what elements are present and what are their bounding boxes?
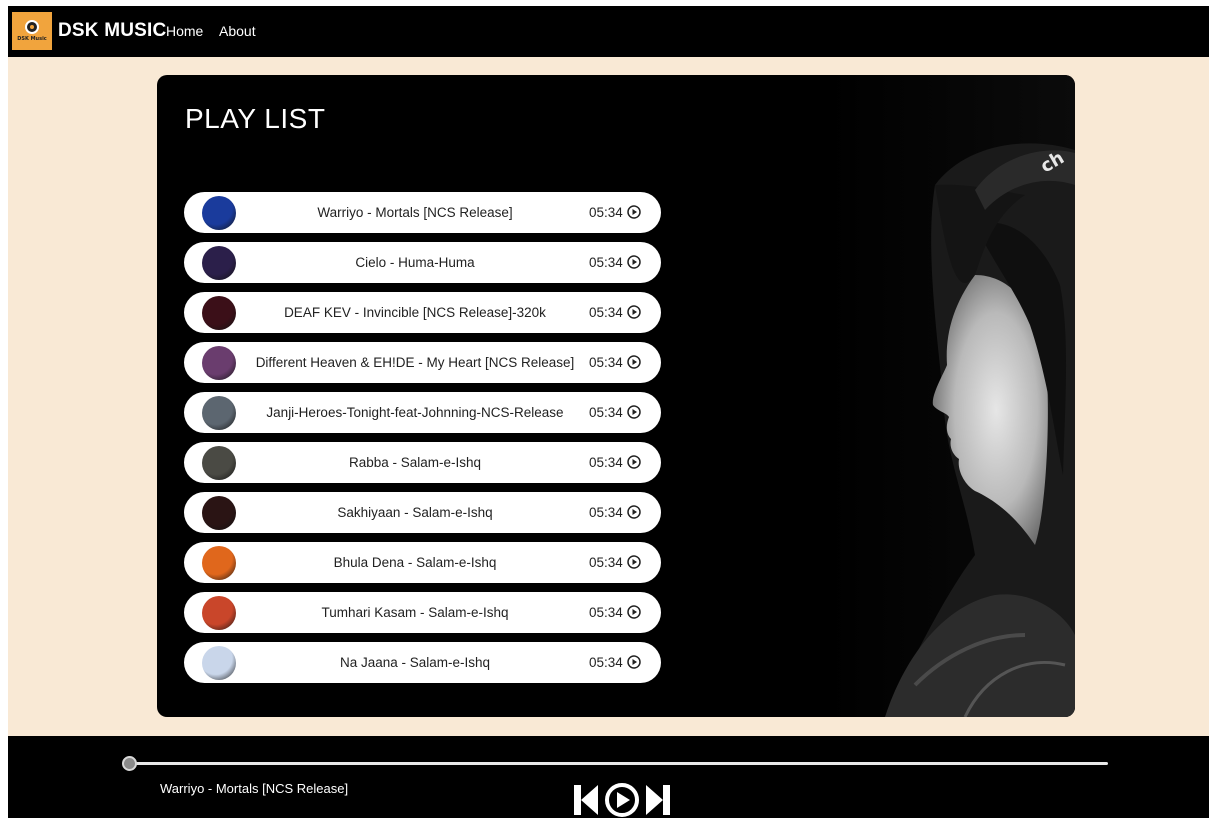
song-item[interactable]: Warriyo - Mortals [NCS Release] 05:34 — [184, 192, 661, 233]
brand-name: DSK MUSIC — [58, 20, 167, 41]
song-cover-thumbnail — [202, 596, 236, 630]
progress-track[interactable] — [128, 762, 1108, 765]
song-item[interactable]: Different Heaven & EH!DE - My Heart [NCS… — [184, 342, 661, 383]
play-circle-icon[interactable] — [627, 555, 641, 569]
song-title: DEAF KEV - Invincible [NCS Release]-320k — [284, 305, 546, 320]
song-cover-thumbnail — [202, 196, 236, 230]
song-item[interactable]: Cielo - Huma-Huma 05:34 — [184, 242, 661, 283]
play-circle-icon[interactable] — [627, 655, 641, 669]
song-title: Rabba - Salam-e-Ishq — [348, 455, 482, 470]
play-circle-icon[interactable] — [627, 305, 641, 319]
song-cover-thumbnail — [202, 646, 236, 680]
hero-photo: ch — [825, 75, 1075, 717]
player-bar: Warriyo - Mortals [NCS Release] — [8, 736, 1209, 818]
song-duration: 05:34 — [589, 555, 623, 570]
song-duration: 05:34 — [589, 605, 623, 620]
song-title: Tumhari Kasam - Salam-e-Ishq — [321, 605, 509, 620]
song-cover-thumbnail — [202, 446, 236, 480]
nav-about-link[interactable]: About — [219, 23, 256, 39]
song-item[interactable]: Bhula Dena - Salam-e-Ishq 05:34 — [184, 542, 661, 583]
song-duration: 05:34 — [589, 655, 623, 670]
song-duration: 05:34 — [589, 505, 623, 520]
play-circle-icon[interactable] — [627, 455, 641, 469]
play-circle-icon[interactable] — [627, 505, 641, 519]
playlist-card: PLAY LIST Warriyo - Mortals [NCS Release… — [157, 75, 1075, 717]
song-duration: 05:34 — [589, 205, 623, 220]
song-cover-thumbnail — [202, 296, 236, 330]
song-title: Sakhiyaan - Salam-e-Ishq — [337, 505, 493, 520]
song-cover-thumbnail — [202, 546, 236, 580]
song-item[interactable]: Sakhiyaan - Salam-e-Ishq 05:34 — [184, 492, 661, 533]
play-circle-icon[interactable] — [627, 405, 641, 419]
song-item[interactable]: Rabba - Salam-e-Ishq 05:34 — [184, 442, 661, 483]
logo-text: DSK Music — [17, 36, 47, 42]
skip-previous-icon[interactable] — [574, 785, 598, 815]
playback-controls — [574, 783, 670, 817]
play-circle-icon[interactable] — [627, 255, 641, 269]
song-cover-thumbnail — [202, 346, 236, 380]
song-duration: 05:34 — [589, 405, 623, 420]
play-circle-icon[interactable] — [627, 355, 641, 369]
song-title: Janji-Heroes-Tonight-feat-Johnning-NCS-R… — [266, 405, 564, 420]
song-title: Different Heaven & EH!DE - My Heart [NCS… — [255, 355, 575, 370]
song-title: Bhula Dena - Salam-e-Ishq — [333, 555, 497, 570]
progress-knob[interactable] — [122, 756, 137, 771]
nav-home-link[interactable]: Home — [166, 23, 203, 39]
skip-next-icon[interactable] — [646, 785, 670, 815]
app-frame: DSK Music DSK MUSIC Home About PLAY LIST… — [8, 6, 1209, 818]
song-duration: 05:34 — [589, 305, 623, 320]
song-title: Na Jaana - Salam-e-Ishq — [339, 655, 491, 670]
playlist-title: PLAY LIST — [185, 103, 326, 134]
song-duration: 05:34 — [589, 455, 623, 470]
song-list: Warriyo - Mortals [NCS Release] 05:34 Ciel… — [184, 192, 662, 692]
now-playing-title: Warriyo - Mortals [NCS Release] — [160, 781, 349, 796]
song-item[interactable]: Na Jaana - Salam-e-Ishq 05:34 — [184, 642, 661, 683]
play-circle-icon[interactable] — [627, 605, 641, 619]
song-cover-thumbnail — [202, 496, 236, 530]
play-circle-icon[interactable] — [605, 783, 639, 817]
song-cover-thumbnail — [202, 246, 236, 280]
song-title: Cielo - Huma-Huma — [355, 255, 475, 270]
navbar: DSK Music DSK MUSIC Home About — [8, 6, 1209, 57]
song-item[interactable]: DEAF KEV - Invincible [NCS Release]-320k… — [184, 292, 661, 333]
disc-icon — [25, 20, 39, 34]
song-duration: 05:34 — [589, 355, 623, 370]
song-title: Warriyo - Mortals [NCS Release] — [317, 205, 513, 220]
song-cover-thumbnail — [202, 396, 236, 430]
logo[interactable]: DSK Music — [12, 12, 52, 50]
play-circle-icon[interactable] — [627, 205, 641, 219]
song-duration: 05:34 — [589, 255, 623, 270]
song-item[interactable]: Janji-Heroes-Tonight-feat-Johnning-NCS-R… — [184, 392, 661, 433]
song-item[interactable]: Tumhari Kasam - Salam-e-Ishq 05:34 — [184, 592, 661, 633]
